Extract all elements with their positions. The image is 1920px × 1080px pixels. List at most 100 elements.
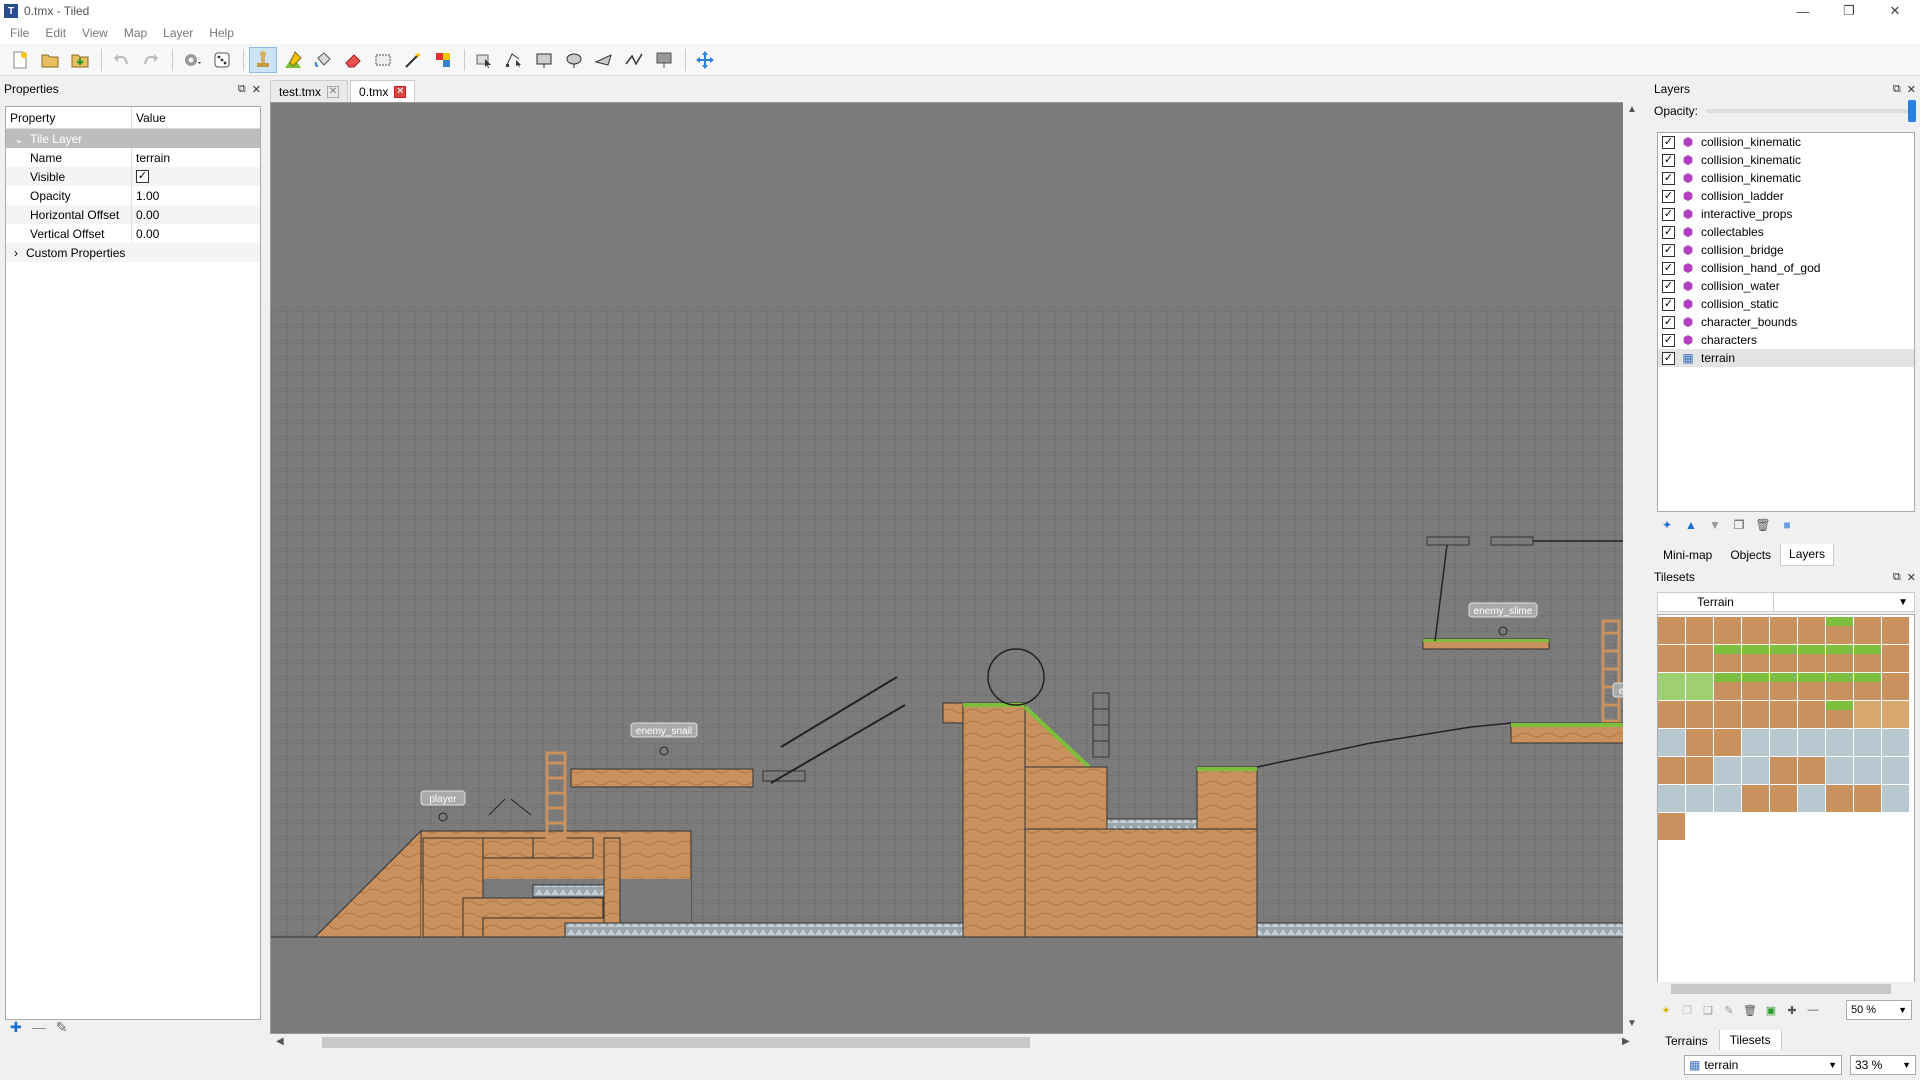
- tileset-tab-terrain[interactable]: Terrain: [1658, 593, 1774, 611]
- terrain-brush-icon[interactable]: [279, 47, 307, 73]
- menu-view[interactable]: View: [74, 26, 116, 40]
- float-panel-icon[interactable]: ⧉: [1893, 571, 1901, 584]
- tileset-tile[interactable]: [1714, 757, 1741, 784]
- raise-layer-icon[interactable]: ▲: [1682, 516, 1700, 534]
- close-window-button[interactable]: ✕: [1872, 0, 1918, 22]
- tile-layer-group[interactable]: ⌄ Tile Layer: [6, 129, 260, 148]
- map-canvas[interactable]: player enemy_snail enemy_slime: [270, 102, 1640, 1034]
- add-property-icon[interactable]: ✚: [10, 1019, 22, 1036]
- float-panel-icon[interactable]: ⧉: [238, 83, 246, 96]
- property-row-vertical-offset[interactable]: Vertical Offset 0.00: [6, 224, 260, 243]
- tileset-tile[interactable]: [1798, 785, 1825, 812]
- layer-row[interactable]: ✓ ⬢ characters: [1658, 331, 1914, 349]
- tileset-tile[interactable]: [1854, 701, 1881, 728]
- insert-polygon-icon[interactable]: [590, 47, 618, 73]
- tileset-dropdown-icon[interactable]: ▼: [1898, 597, 1908, 608]
- tileset-tile[interactable]: [1826, 785, 1853, 812]
- layer-row[interactable]: ✓ ⬢ collision_kinematic: [1658, 151, 1914, 169]
- tileset-tile[interactable]: [1770, 701, 1797, 728]
- close-panel-icon[interactable]: ✕: [1907, 83, 1916, 96]
- undo-icon[interactable]: [107, 47, 135, 73]
- visible-checkbox[interactable]: ✓: [136, 170, 149, 183]
- tab-0-tmx[interactable]: 0.tmx ✕: [350, 80, 416, 102]
- layer-visibility-checkbox[interactable]: ✓: [1662, 135, 1675, 149]
- tab-tilesets[interactable]: Tilesets: [1718, 1030, 1782, 1052]
- layer-row[interactable]: ✓ ⬢ interactive_props: [1658, 205, 1914, 223]
- stamp-brush-icon[interactable]: [249, 46, 277, 73]
- layer-row[interactable]: ✓ ▦ terrain: [1658, 349, 1914, 367]
- menu-edit[interactable]: Edit: [37, 26, 74, 40]
- layer-visibility-checkbox[interactable]: ✓: [1662, 279, 1675, 293]
- opacity-slider-handle[interactable]: [1908, 100, 1916, 122]
- tileset-tile[interactable]: [1882, 617, 1909, 644]
- tileset-tile[interactable]: [1658, 645, 1685, 672]
- float-panel-icon[interactable]: ⧉: [1893, 83, 1901, 96]
- menu-layer[interactable]: Layer: [155, 26, 201, 40]
- insert-rectangle-icon[interactable]: [530, 47, 558, 73]
- tileset-tile[interactable]: [1742, 701, 1769, 728]
- edit-tileset-icon[interactable]: ✎: [1721, 1002, 1737, 1018]
- layer-row[interactable]: ✓ ⬢ collision_kinematic: [1658, 169, 1914, 187]
- tileset-horizontal-scrollbar[interactable]: [1657, 982, 1915, 996]
- save-icon[interactable]: [66, 47, 94, 73]
- collapse-arrow-icon[interactable]: ⌄: [14, 132, 24, 146]
- tileset-tile[interactable]: [1798, 729, 1825, 756]
- toggle-other-layers-icon[interactable]: ■: [1778, 516, 1796, 534]
- layer-row[interactable]: ✓ ⬢ collectables: [1658, 223, 1914, 241]
- tab-mini-map[interactable]: Mini-map: [1654, 544, 1721, 566]
- embed-tileset-icon[interactable]: ❐: [1679, 1002, 1695, 1018]
- tileset-tile[interactable]: [1658, 701, 1685, 728]
- property-row-horizontal-offset[interactable]: Horizontal Offset 0.00: [6, 205, 260, 224]
- tileset-tile[interactable]: [1742, 785, 1769, 812]
- tileset-tile[interactable]: [1658, 729, 1685, 756]
- tileset-tile[interactable]: [1854, 617, 1881, 644]
- menu-file[interactable]: File: [2, 26, 37, 40]
- tileset-tile[interactable]: [1714, 617, 1741, 644]
- tileset-tile[interactable]: [1882, 757, 1909, 784]
- expand-arrow-icon[interactable]: ›: [14, 246, 18, 260]
- scrollbar-thumb[interactable]: [1671, 984, 1891, 994]
- tileset-tile[interactable]: [1742, 617, 1769, 644]
- duplicate-layer-icon[interactable]: ❐: [1730, 516, 1748, 534]
- scroll-left-arrow-icon[interactable]: ◀: [276, 1036, 284, 1047]
- tileset-tile[interactable]: [1686, 785, 1713, 812]
- remove-property-icon[interactable]: —: [32, 1019, 46, 1036]
- layer-visibility-checkbox[interactable]: ✓: [1662, 243, 1675, 257]
- insert-ellipse-icon[interactable]: [560, 47, 588, 73]
- tileset-tile[interactable]: [1882, 785, 1909, 812]
- export-tileset-icon[interactable]: ❑: [1700, 1002, 1716, 1018]
- property-value[interactable]: 0.00: [132, 224, 260, 243]
- property-row-opacity[interactable]: Opacity 1.00: [6, 186, 260, 205]
- rect-select-icon[interactable]: [369, 47, 397, 73]
- tileset-tile[interactable]: [1686, 673, 1713, 700]
- tileset-tile[interactable]: [1770, 757, 1797, 784]
- column-header-value[interactable]: Value: [132, 111, 166, 125]
- opacity-slider[interactable]: [1706, 100, 1916, 122]
- tileset-tiles[interactable]: [1658, 615, 1915, 994]
- tileset-tile[interactable]: [1798, 757, 1825, 784]
- tab-terrains[interactable]: Terrains: [1654, 1030, 1719, 1052]
- tileset-tile[interactable]: [1686, 757, 1713, 784]
- redo-icon[interactable]: [137, 47, 165, 73]
- property-value[interactable]: 0.00: [132, 205, 260, 224]
- tileset-tile[interactable]: [1714, 729, 1741, 756]
- tileset-tile[interactable]: [1798, 617, 1825, 644]
- tileset-tile[interactable]: [1798, 701, 1825, 728]
- tileset-tile[interactable]: [1826, 757, 1853, 784]
- tileset-tile[interactable]: [1882, 645, 1909, 672]
- tileset-tile[interactable]: [1658, 785, 1685, 812]
- property-row-name[interactable]: Name terrain: [6, 148, 260, 167]
- tileset-tile[interactable]: [1882, 673, 1909, 700]
- zoom-out-icon[interactable]: —: [1805, 1002, 1821, 1018]
- select-objects-icon[interactable]: [470, 47, 498, 73]
- custom-properties-group[interactable]: › Custom Properties: [6, 243, 260, 262]
- tileset-zoom-select[interactable]: 50 % ▼: [1846, 1000, 1912, 1020]
- tileset-tile[interactable]: [1658, 673, 1685, 700]
- tileset-tile[interactable]: [1658, 617, 1685, 644]
- tileset-tile[interactable]: [1658, 813, 1685, 840]
- tileset-image-icon[interactable]: ▣: [1763, 1002, 1779, 1018]
- scroll-up-arrow-icon[interactable]: ▲: [1627, 104, 1637, 115]
- new-file-icon[interactable]: [6, 47, 34, 73]
- tileset-tile[interactable]: [1686, 701, 1713, 728]
- layer-visibility-checkbox[interactable]: ✓: [1662, 189, 1675, 203]
